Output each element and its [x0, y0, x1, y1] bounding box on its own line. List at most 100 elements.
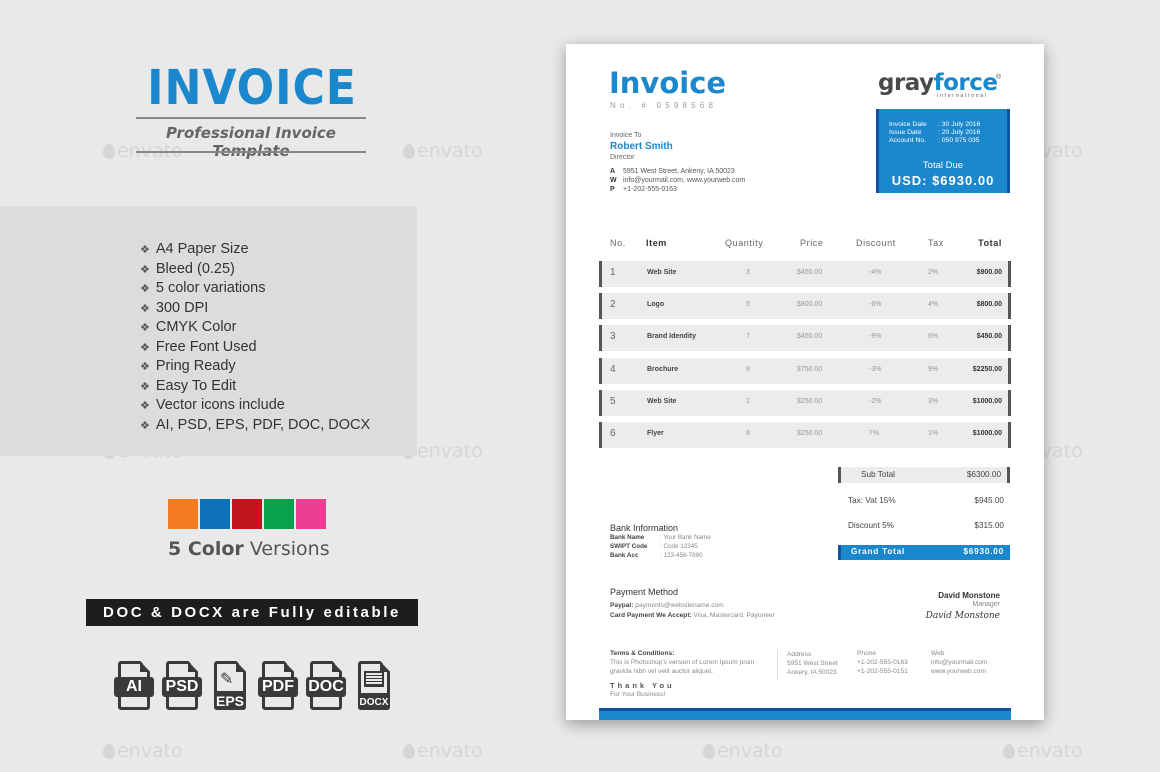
- col-tax: Tax: [928, 238, 944, 248]
- file-format-label: EPS: [214, 691, 246, 710]
- cell-price: $250.00: [797, 430, 823, 437]
- footer-divider: [777, 650, 778, 680]
- cell-total: $450.00: [976, 333, 1002, 340]
- feature-item: ❖ CMYK Color: [140, 318, 370, 338]
- subtotal-value: $6300.00: [966, 470, 1001, 479]
- cell-qty: 9: [746, 366, 750, 373]
- cell-price: $750.00: [797, 366, 823, 373]
- file-format-label: PSD: [162, 677, 202, 697]
- diamond-bullet-icon: ❖: [140, 302, 150, 315]
- color-versions-label: 5 Color Versions: [168, 538, 330, 560]
- paypal-value: payments@websitename.com: [633, 602, 724, 609]
- cell-no: 3: [610, 331, 616, 342]
- file-format-label: DOC: [306, 677, 346, 697]
- watermark-text: envato: [417, 740, 483, 762]
- file-format-label: PDF: [258, 677, 298, 697]
- address-icon: A: [610, 168, 616, 175]
- bank-key: Bank Name: [610, 534, 645, 541]
- feature-text: Bleed (0.25): [155, 260, 235, 277]
- cell-disc: -2%: [869, 398, 882, 405]
- cell-no: 6: [610, 428, 616, 439]
- footer-address: Address 5951 West Street Ankery, IA 5002…: [787, 650, 838, 677]
- bank-value: : 123-456-7890: [660, 552, 703, 559]
- signer-name: David Monstone: [938, 591, 1000, 600]
- table-row: 5 Web Site 2 $250.00 -2% 3% $1000.00: [599, 390, 1011, 416]
- tax-label: Tax: Vat 15%: [848, 496, 896, 505]
- meta-invoice-date: Invoice Date : 30 July 2016: [889, 121, 980, 128]
- discount-row: Discount 5% $315.00: [838, 518, 1010, 534]
- footer-web-line: info@yourmail.com: [931, 659, 988, 666]
- envato-leaf-icon: [403, 744, 415, 759]
- card-value: Visa, Mastercard, Payoneer: [691, 612, 775, 619]
- meta-value: : 050 975 035: [938, 137, 980, 144]
- feature-item: ❖ 5 color variations: [140, 279, 370, 299]
- cell-price: $450.00: [797, 333, 823, 340]
- grand-total-label: Grand Total: [851, 547, 906, 556]
- bank-value: : Code 12345: [660, 543, 698, 550]
- subtotal-row: Sub Total $6300.00: [838, 467, 1010, 483]
- feature-text: Free Font Used: [155, 338, 257, 355]
- bank-acc-row: Bank Acc: 123-456-7890: [610, 552, 703, 559]
- footer-web-label: Web: [931, 650, 945, 657]
- footer-address-line: 5951 West Street: [787, 660, 838, 667]
- feature-item: ❖ 300 DPI: [140, 299, 370, 319]
- editable-banner: DOC & DOCX are Fully editable: [86, 599, 418, 626]
- cell-total: $1000.00: [972, 430, 1002, 437]
- envato-leaf-icon: [103, 144, 115, 159]
- col-price: Price: [800, 238, 824, 248]
- color-swatch: [264, 499, 294, 529]
- watermark-text: envato: [717, 740, 783, 762]
- signer-role: Manager: [972, 601, 1000, 608]
- signature: David Monstone: [925, 611, 1000, 621]
- file-format-label: AI: [114, 677, 154, 697]
- cell-disc: -3%: [869, 366, 882, 373]
- terms-heading: Terms & Conditions:: [610, 650, 675, 657]
- cell-total: $2250.00: [972, 366, 1002, 373]
- cell-tax: 9%: [928, 366, 939, 373]
- items-table-header: No. Item Quantity Price Discount Tax Tot…: [610, 238, 1002, 250]
- feature-text: AI, PSD, EPS, PDF, DOC, DOCX: [155, 416, 371, 433]
- bank-key: SWIPT Code: [610, 543, 648, 550]
- cell-price: $800.00: [797, 301, 823, 308]
- eps-file-icon: ✎ EPS: [210, 661, 250, 710]
- table-row: 2 Logo 5 $800.00 -6% 4% $800.00: [599, 293, 1011, 319]
- meta-account-no: Account No.: 050 975 035: [889, 137, 980, 144]
- meta-label: Invoice Date: [889, 121, 927, 128]
- swipt-code-row: SWIPT Code : Code 12345: [610, 543, 698, 550]
- cell-tax: 6%: [928, 333, 939, 340]
- color-swatch: [200, 499, 230, 529]
- cell-tax: 2%: [928, 269, 939, 276]
- color-swatch: [296, 499, 326, 529]
- features-panel: ❖ A4 Paper Size ❖ Bleed (0.25) ❖ 5 color vari…: [0, 206, 417, 456]
- grand-total-value: $6930.00: [963, 547, 1004, 556]
- cell-disc: -6%: [869, 301, 882, 308]
- feature-item: ❖ Pring Ready: [140, 357, 370, 377]
- discount-value: $315.00: [974, 521, 1004, 530]
- pen-tool-icon: ✎: [220, 671, 234, 688]
- feature-text: CMYK Color: [155, 319, 237, 335]
- client-web: Winfo@yourmail.com, www.yourweb.com: [610, 177, 745, 184]
- web-icon: W: [610, 177, 617, 184]
- envato-leaf-icon: [103, 744, 115, 759]
- total-due-value: USD: $6930.00: [891, 173, 995, 188]
- card-payment-line: Card Payment We Accept: Visa, Mastercard…: [610, 612, 775, 619]
- cell-price: $250.00: [797, 398, 823, 405]
- card-label: Card Payment We Accept:: [610, 612, 692, 619]
- cell-total: $1000.00: [972, 398, 1002, 405]
- feature-list: ❖ A4 Paper Size ❖ Bleed (0.25) ❖ 5 color vari…: [140, 240, 370, 435]
- color-swatches: [168, 499, 326, 529]
- footer-phone-label: Phone: [857, 650, 877, 657]
- logo-gray-text: gray: [878, 70, 934, 96]
- feature-item: ❖ Easy To Edit: [140, 377, 370, 397]
- envato-watermark: envato: [403, 140, 483, 162]
- diamond-bullet-icon: ❖: [140, 244, 150, 256]
- footer-phone-line: +1-202-555-0163: [857, 659, 908, 666]
- tax-value: $945.00: [974, 496, 1004, 505]
- feature-item: ❖ Bleed (0.25): [140, 260, 370, 280]
- envato-watermark: envato: [1003, 740, 1083, 762]
- meta-value: : 30 July 2016: [938, 121, 981, 128]
- color-swatch: [168, 499, 198, 529]
- client-name: Robert Smith: [610, 141, 673, 152]
- feature-item: ❖ Vector icons include: [140, 396, 370, 416]
- logo-subtitle: international: [937, 93, 988, 99]
